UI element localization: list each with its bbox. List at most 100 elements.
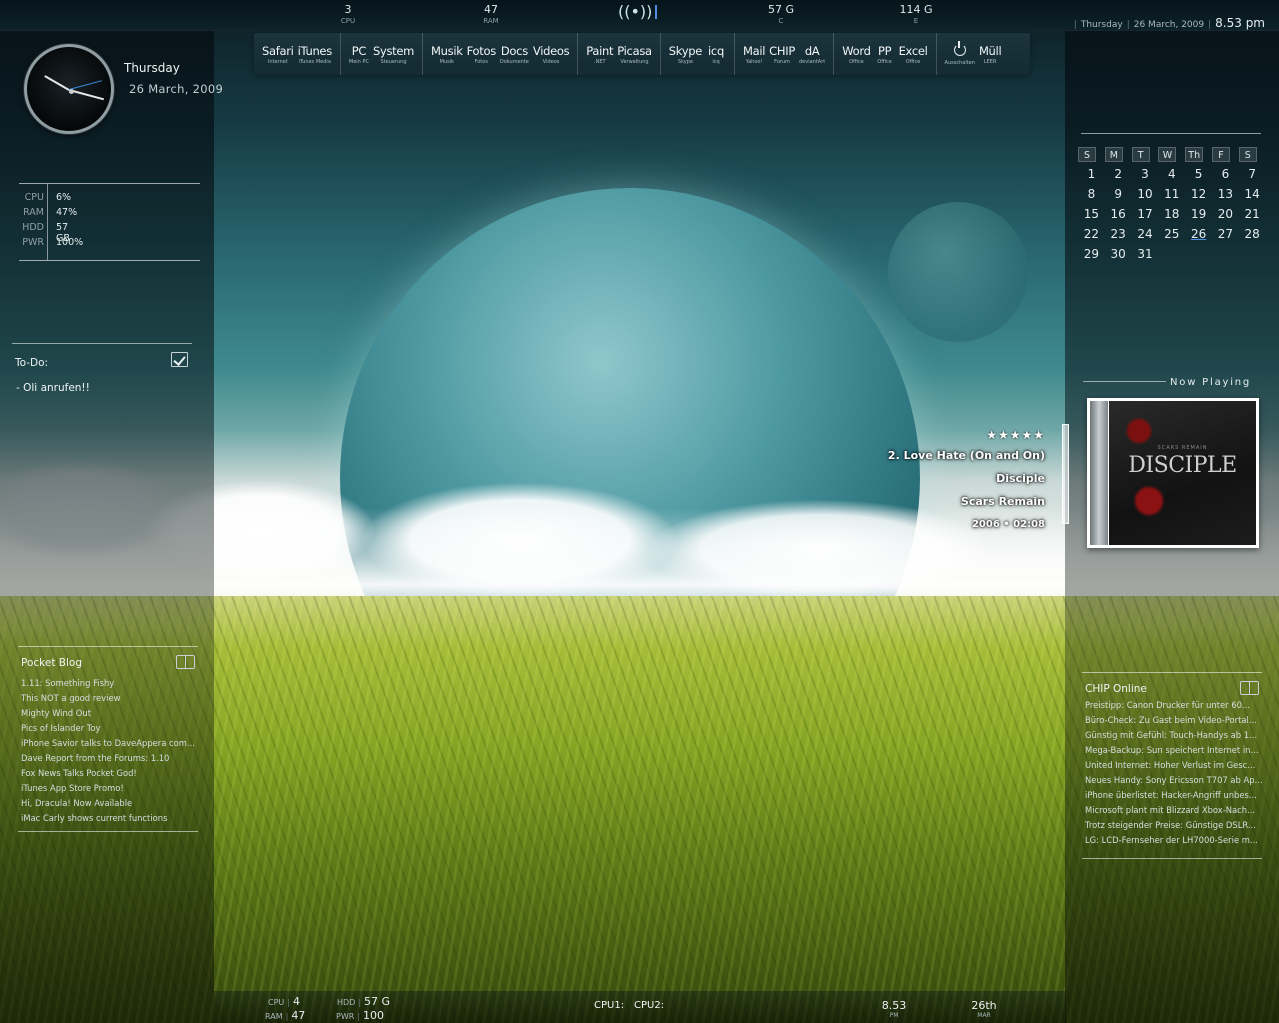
- calendar-day[interactable]: 1: [1078, 167, 1105, 187]
- feed-item[interactable]: Fox News Talks Pocket God!: [21, 766, 199, 781]
- calendar-day[interactable]: 8: [1078, 187, 1105, 207]
- book-icon[interactable]: [176, 655, 195, 669]
- dock-item-skype[interactable]: Skype Skype: [669, 33, 703, 65]
- album-art: SCARS REMAIN DISCIPLE: [1109, 401, 1256, 545]
- feed-item[interactable]: iPhone Savior talks to DaveAppera com...: [21, 736, 199, 751]
- feed-item[interactable]: This NOT a good review: [21, 691, 199, 706]
- dock-item-musik[interactable]: Musik Musik: [431, 33, 463, 65]
- calendar-day[interactable]: 2: [1105, 167, 1132, 187]
- feed-item[interactable]: United Internet: Hoher Verlust im Gesc..…: [1085, 758, 1263, 773]
- feed-item[interactable]: iMac Carly shows current functions: [21, 811, 199, 826]
- dock-item-word[interactable]: Word Office: [842, 33, 871, 65]
- feed-item[interactable]: Büro-Check: Zu Gast beim Video-Portal...: [1085, 713, 1263, 728]
- feed-item[interactable]: Mega-Backup: Sun speichert Internet in..…: [1085, 743, 1263, 758]
- book-icon[interactable]: [1240, 681, 1259, 695]
- cpu2-graph-label: CPU2:: [634, 1000, 665, 1011]
- dock-item-label: Mail: [743, 44, 766, 58]
- dock-item-label: Videos: [532, 44, 570, 58]
- now-playing-scrollbar[interactable]: [1062, 424, 1069, 524]
- calendar-day[interactable]: 24: [1132, 227, 1159, 247]
- rating-stars[interactable]: ★★★★★: [888, 428, 1045, 442]
- calendar-day[interactable]: 23: [1105, 227, 1132, 247]
- feed-item[interactable]: iPhone überlistet: Hacker-Angriff unbes.…: [1085, 788, 1263, 803]
- feed-item[interactable]: Günstig mit Gefühl: Touch-Handys ab 1...: [1085, 728, 1263, 743]
- dock-item-icq[interactable]: icq icq: [706, 33, 726, 65]
- calendar-day[interactable]: 3: [1132, 167, 1159, 187]
- top-ram-value: 47: [484, 3, 498, 16]
- dock-item-mail[interactable]: Mail Yahoo!: [743, 33, 765, 65]
- dock-item-paint[interactable]: Paint .NET: [586, 33, 613, 65]
- todo-divider: [12, 343, 192, 344]
- dock-item-itunes[interactable]: iTunes iTunes Media: [297, 33, 333, 65]
- calendar-day[interactable]: 17: [1132, 207, 1159, 227]
- calendar-day[interactable]: 11: [1158, 187, 1185, 207]
- calendar-day[interactable]: 12: [1185, 187, 1212, 207]
- calendar-day[interactable]: 25: [1158, 227, 1185, 247]
- calendar-day[interactable]: 29: [1078, 247, 1105, 267]
- feed-item[interactable]: LG: LCD-Fernseher der LH7000-Serie m...: [1085, 833, 1263, 848]
- wifi-signal-icon[interactable]: ((•)): [618, 2, 658, 21]
- feed-item[interactable]: Trotz steigender Preise: Günstige DSLR..…: [1085, 818, 1263, 833]
- album-cover-subtitle: SCARS REMAIN: [1157, 445, 1208, 451]
- dock-item-label: dA: [804, 44, 820, 58]
- album-cover-band: DISCIPLE: [1128, 453, 1237, 478]
- feed-item[interactable]: Hi, Dracula! Now Available: [21, 796, 199, 811]
- calendar-day[interactable]: 19: [1185, 207, 1212, 227]
- feed-item[interactable]: Microsoft plant mit Blizzard Xbox-Nach..…: [1085, 803, 1263, 818]
- calendar-day[interactable]: 22: [1078, 227, 1105, 247]
- checkbox-icon[interactable]: [171, 352, 188, 367]
- calendar-day[interactable]: 5: [1185, 167, 1212, 187]
- dock-item-sublabel: iTunes Media: [298, 59, 331, 65]
- album-cover[interactable]: SCARS REMAIN DISCIPLE: [1087, 398, 1259, 548]
- calendar-day[interactable]: 18: [1158, 207, 1185, 227]
- feed-item[interactable]: Dave Report from the Forums: 1.10: [21, 751, 199, 766]
- dock-item-fotos[interactable]: Fotos Fotos: [467, 33, 497, 65]
- dock-item-da[interactable]: dA deviantArt: [799, 33, 825, 65]
- calendar-day[interactable]: 6: [1212, 167, 1239, 187]
- dock-item-docs[interactable]: Docs Dokumente: [500, 33, 529, 65]
- calendar-day[interactable]: 10: [1132, 187, 1159, 207]
- dock-item-sublabel: .NET: [594, 59, 606, 65]
- bottom-bar: CPU | 4 RAM | 47 HDD | 57 G PWR | 100 CPU1: CPU2…: [214, 991, 1066, 1023]
- calendar-day[interactable]: 13: [1212, 187, 1239, 207]
- dock-group: Skype Skype icq icq: [661, 33, 735, 75]
- feed-item[interactable]: Mighty Wind Out: [21, 706, 199, 721]
- dock-item-chip[interactable]: CHIP Forum: [769, 33, 795, 65]
- calendar-day[interactable]: 28: [1239, 227, 1266, 247]
- dock-item-pp[interactable]: PP Office: [875, 33, 895, 65]
- dock-item-power[interactable]: Ausschalten: [945, 33, 975, 66]
- calendar-week: 15 16 17 18 19 20 21: [1078, 207, 1268, 227]
- dock-item-system[interactable]: System Steuerung: [373, 33, 414, 65]
- top-ram-label: RAM: [483, 17, 499, 25]
- feed-item[interactable]: Neues Handy: Sony Ericsson T707 ab Ap...: [1085, 773, 1263, 788]
- calendar-day[interactable]: 31: [1132, 247, 1159, 267]
- calendar-day-today[interactable]: 26: [1185, 227, 1212, 247]
- dock-item-videos[interactable]: Videos Videos: [532, 33, 570, 65]
- feed-item[interactable]: Preistipp: Canon Drucker für unter 60...: [1085, 698, 1263, 713]
- feed-item[interactable]: Pics of Islander Toy: [21, 721, 199, 736]
- dock-item-safari[interactable]: Safari Internet: [262, 33, 294, 65]
- dock-item-picasa[interactable]: Picasa Verwaltung: [617, 33, 652, 65]
- calendar-day[interactable]: 16: [1105, 207, 1132, 227]
- feed-item[interactable]: iTunes App Store Promo!: [21, 781, 199, 796]
- calendar-weekday: F: [1211, 147, 1230, 162]
- calendar-day[interactable]: 21: [1239, 207, 1266, 227]
- top-c-drive-stat: 57 G C: [751, 3, 811, 25]
- dock-item-pc[interactable]: PC Mein PC: [349, 33, 369, 65]
- calendar-day[interactable]: 15: [1078, 207, 1105, 227]
- calendar-day[interactable]: 20: [1212, 207, 1239, 227]
- calendar-day[interactable]: 14: [1239, 187, 1266, 207]
- clock-day: Thursday: [124, 61, 180, 75]
- calendar-day[interactable]: 7: [1239, 167, 1266, 187]
- bottom-date: 26th MAR: [964, 999, 1004, 1019]
- dock-item-label: iTunes: [297, 44, 333, 58]
- feed-item[interactable]: 1.11: Something Fishy: [21, 676, 199, 691]
- track-album: Scars Remain: [960, 495, 1045, 508]
- calendar-day[interactable]: 30: [1105, 247, 1132, 267]
- todo-item[interactable]: - Oli anrufen!!: [16, 382, 90, 394]
- calendar-day[interactable]: 27: [1212, 227, 1239, 247]
- calendar-day[interactable]: 4: [1158, 167, 1185, 187]
- calendar-day[interactable]: 9: [1105, 187, 1132, 207]
- dock-item-excel[interactable]: Excel Office: [899, 33, 928, 65]
- dock-item-müll[interactable]: Müll LEER: [979, 33, 1002, 65]
